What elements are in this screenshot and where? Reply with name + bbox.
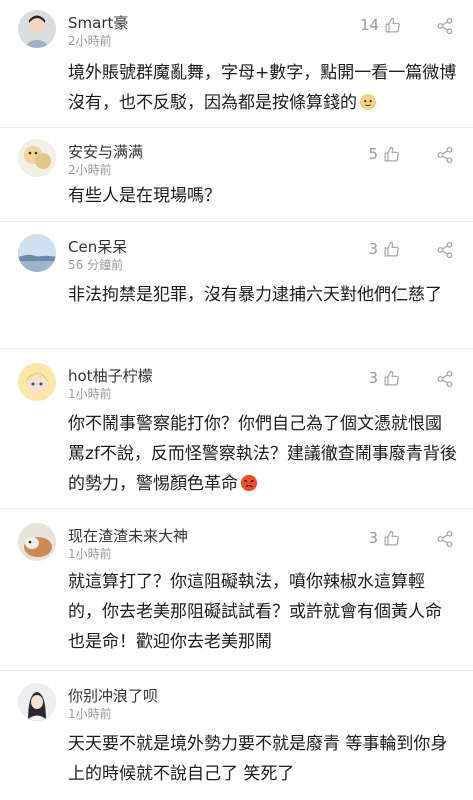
emoji-icon	[359, 93, 377, 111]
username[interactable]: 现在渣渣未来大神	[68, 525, 188, 546]
like-button[interactable]: 14	[360, 16, 401, 34]
timestamp: 2小時前	[68, 34, 112, 48]
divider	[0, 221, 473, 222]
username[interactable]: Smart豪	[68, 12, 128, 33]
like-button[interactable]: 5	[360, 145, 400, 163]
avatar[interactable]	[18, 683, 56, 721]
thumbs-up-icon	[384, 370, 399, 386]
divider	[0, 127, 473, 128]
thumbs-up-icon	[384, 530, 399, 546]
timestamp: 1小時前	[68, 387, 112, 401]
username[interactable]: Cen呆呆	[68, 236, 127, 257]
share-icon[interactable]	[436, 530, 454, 548]
username[interactable]: 安安与满满	[68, 141, 143, 162]
avatar[interactable]	[18, 363, 56, 401]
timestamp: 1小時前	[68, 707, 112, 721]
share-icon[interactable]	[436, 370, 454, 388]
timestamp: 56 分鐘前	[68, 258, 124, 272]
like-button[interactable]: 3	[360, 369, 400, 387]
like-count: 14	[360, 16, 380, 34]
comment-text: 境外賬號群魔亂舞，字母+數字，點開一看一篇微博沒有，也不反駁，因為都是按條算錢的	[68, 63, 457, 113]
timestamp: 1小時前	[68, 547, 112, 561]
like-count: 5	[368, 145, 378, 163]
comment-text: 非法拘禁是犯罪，沒有暴力逮捕六天對他們仁慈了	[68, 285, 442, 305]
thumbs-up-icon	[384, 241, 399, 257]
like-count: 3	[368, 529, 378, 547]
avatar[interactable]	[18, 10, 56, 48]
comment-text: 就這算打了？你這阻礙執法，噴你辣椒水這算輕的，你去老美那阻礙試試看？或許就會有個…	[68, 572, 442, 652]
divider	[0, 670, 473, 671]
share-icon[interactable]	[436, 17, 454, 35]
timestamp: 2小時前	[68, 163, 112, 177]
comment-text: 你不鬧事警察能打你？你們自己為了個文憑就恨國罵zf不說，反而怪警察執法？建議徹查…	[68, 414, 457, 494]
like-button[interactable]: 3	[360, 529, 400, 547]
like-count: 3	[368, 369, 378, 387]
divider	[0, 508, 473, 509]
username[interactable]: 你别冲浪了呗	[68, 685, 158, 706]
username[interactable]: hot柚子柠檬	[68, 365, 153, 386]
comment-text: 有些人是在現場嗎？	[68, 186, 221, 206]
emoji-icon	[240, 474, 258, 492]
share-icon[interactable]	[436, 146, 454, 164]
like-button[interactable]: 3	[360, 240, 400, 258]
thumbs-up-icon	[385, 17, 400, 33]
avatar[interactable]	[18, 234, 56, 272]
share-icon[interactable]	[436, 241, 454, 259]
divider	[0, 348, 473, 349]
like-count: 3	[368, 240, 378, 258]
avatar[interactable]	[18, 139, 56, 177]
comment-text: 天天要不就是境外勢力要不就是廢青 等事輪到你身上的時候就不說自己了 笑死了	[68, 734, 448, 784]
avatar[interactable]	[18, 523, 56, 561]
thumbs-up-icon	[384, 146, 399, 162]
